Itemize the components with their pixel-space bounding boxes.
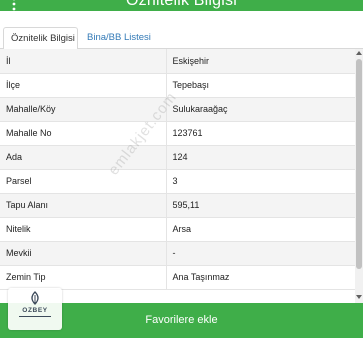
table-row: Tapu Alanı 595,11 xyxy=(0,193,355,218)
scroll-down-arrow-icon[interactable] xyxy=(356,295,362,299)
table-row: Nitelik Arsa xyxy=(0,217,355,242)
table-row: Mevkii - xyxy=(0,241,355,266)
add-to-favorites-label: Favorilere ekle xyxy=(145,314,218,326)
table-row: Ada 124 xyxy=(0,145,355,170)
tab-attribute-info[interactable]: Öznitelik Bilgisi xyxy=(3,27,78,50)
scrollbar[interactable] xyxy=(355,49,363,303)
attribute-key: Parsel xyxy=(0,169,166,194)
table-row: Mahalle No 123761 xyxy=(0,121,355,146)
attribute-value: Arsa xyxy=(165,217,355,242)
attribute-key: İlçe xyxy=(0,73,166,98)
table-row: Mahalle/Köy Sulukaraağaç xyxy=(0,97,355,122)
company-logo: OZBEY xyxy=(8,288,62,330)
attribute-key: Ada xyxy=(0,145,166,170)
attribute-key: Mevkii xyxy=(0,241,166,266)
attribute-value: 123761 xyxy=(165,121,355,146)
table-row: İl Eskişehir xyxy=(0,49,355,74)
attribute-value: 3 xyxy=(165,169,355,194)
attribute-key: Tapu Alanı xyxy=(0,193,166,218)
attribute-info-panel: Öznitelik Bilgisi Öznitelik Bilgisi Bina… xyxy=(0,0,363,338)
attribute-key: Mahalle No xyxy=(0,121,166,146)
table-row: Parsel 3 xyxy=(0,169,355,194)
attribute-key: Nitelik xyxy=(0,217,166,242)
attribute-value: - xyxy=(165,241,355,266)
attribute-value: Tepebaşı xyxy=(165,73,355,98)
attribute-table-container: İl Eskişehir İlçe Tepebaşı Mahalle/Köy S… xyxy=(0,49,355,303)
attribute-value: 595,11 xyxy=(165,193,355,218)
attribute-table: İl Eskişehir İlçe Tepebaşı Mahalle/Köy S… xyxy=(0,49,355,290)
attribute-value: Eskişehir xyxy=(165,49,355,74)
panel-title: Öznitelik Bilgisi xyxy=(126,0,237,9)
scroll-up-arrow-icon[interactable] xyxy=(356,51,362,55)
table-row: Zemin Tip Ana Taşınmaz xyxy=(0,265,355,290)
tab-bar: Öznitelik Bilgisi Bina/BB Listesi xyxy=(0,11,363,50)
logo-divider xyxy=(19,316,51,317)
attribute-value: Ana Taşınmaz xyxy=(165,265,355,290)
attribute-key: Zemin Tip xyxy=(0,265,166,290)
attribute-key: İl xyxy=(0,49,166,74)
logo-text: OZBEY xyxy=(22,307,48,314)
logo-mark-icon xyxy=(31,291,39,305)
table-row: İlçe Tepebaşı xyxy=(0,73,355,98)
attribute-value: Sulukaraağaç xyxy=(165,97,355,122)
attribute-key: Mahalle/Köy xyxy=(0,97,166,122)
attribute-value: 124 xyxy=(165,145,355,170)
scroll-thumb[interactable] xyxy=(356,59,362,269)
title-bar: Öznitelik Bilgisi xyxy=(0,0,363,11)
tab-building-list[interactable]: Bina/BB Listesi xyxy=(80,27,158,49)
